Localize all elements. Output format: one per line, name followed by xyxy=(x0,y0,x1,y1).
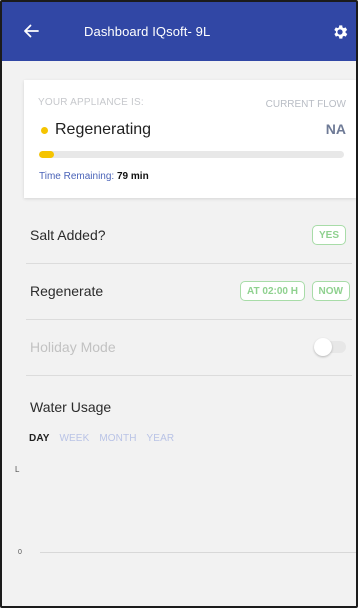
settings-button[interactable] xyxy=(326,18,354,46)
toggle-knob xyxy=(314,338,332,356)
status-card: YOUR APPLIANCE IS: CURRENT FLOW Regenera… xyxy=(24,80,356,198)
tab-week[interactable]: WEEK xyxy=(60,433,90,444)
holiday-mode-toggle[interactable] xyxy=(314,338,346,356)
salt-added-label: Salt Added? xyxy=(30,227,106,243)
holiday-mode-label: Holiday Mode xyxy=(30,339,116,355)
regenerate-label: Regenerate xyxy=(30,283,104,299)
page-title: Dashboard IQsoft- 9L xyxy=(84,24,211,39)
usage-period-tabs: DAY WEEK MONTH YEAR xyxy=(29,433,184,444)
salt-added-row: Salt Added? YES xyxy=(26,208,352,264)
tab-day[interactable]: DAY xyxy=(29,433,50,444)
current-flow-value: NA xyxy=(325,121,346,137)
salt-yes-button[interactable]: YES xyxy=(311,225,346,245)
regenerate-scheduled-button[interactable]: AT 02:00 H xyxy=(240,281,305,301)
status-dot-icon xyxy=(41,127,48,134)
back-button[interactable] xyxy=(16,16,46,46)
usage-y-unit: L xyxy=(15,465,20,474)
water-usage-title: Water Usage xyxy=(30,399,112,415)
regeneration-progress-bar xyxy=(39,151,344,158)
app-screen: Dashboard IQsoft- 9L YOUR APPLIANCE IS: … xyxy=(0,0,358,608)
holiday-mode-row: Holiday Mode xyxy=(26,320,352,376)
appliance-status-label: YOUR APPLIANCE IS: xyxy=(38,97,144,108)
regeneration-progress-fill xyxy=(39,151,55,158)
appliance-state: Regenerating xyxy=(55,121,152,138)
tab-month[interactable]: MONTH xyxy=(99,433,136,444)
arrow-left-icon xyxy=(24,24,39,38)
current-flow-label: CURRENT FLOW xyxy=(265,99,346,110)
time-remaining-value: 79 min xyxy=(117,171,149,182)
time-remaining-label: Time Remaining: xyxy=(39,171,115,182)
tab-year[interactable]: YEAR xyxy=(147,433,175,444)
app-bar: Dashboard IQsoft- 9L xyxy=(2,2,356,61)
regenerate-row: Regenerate AT 02:00 H NOW xyxy=(26,264,352,320)
gear-icon xyxy=(334,25,348,39)
regenerate-now-button[interactable]: NOW xyxy=(311,281,350,301)
usage-baseline xyxy=(40,552,356,553)
usage-y-zero: 0 xyxy=(18,549,22,556)
time-remaining: Time Remaining: 79 min xyxy=(39,171,149,182)
